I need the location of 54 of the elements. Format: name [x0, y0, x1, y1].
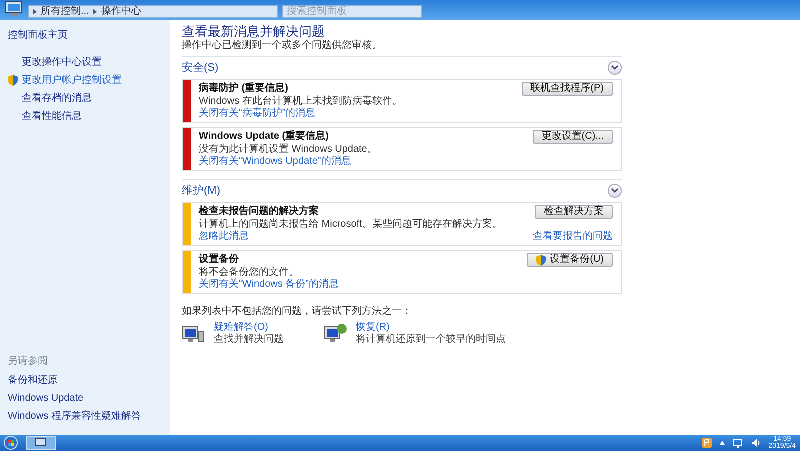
message-text: 将不会备份您的文件。 [199, 267, 300, 278]
taskbar-button[interactable] [26, 436, 56, 450]
see-also-link[interactable]: Windows 程序兼容性疑难解答 [8, 409, 162, 424]
hint-text: 如果列表中不包括您的问题，请尝试下列方法之一： [182, 306, 413, 318]
breadcrumb-separator-icon [93, 8, 98, 14]
breadcrumb[interactable]: 所有控制... [41, 6, 90, 16]
tool-description: 查找并解决问题 [214, 334, 284, 346]
page-subtitle: 操作中心已检测到一个或多个问题供您审核。 [182, 40, 383, 52]
tool-link[interactable]: 疑难解答(O) [214, 322, 284, 334]
shield-icon [536, 254, 546, 266]
tray-arrow-icon[interactable] [720, 441, 725, 445]
message-title: 病毒防护 (重要信息) [199, 83, 288, 95]
dismiss-link[interactable]: 关闭有关“Windows Update”的消息 [199, 156, 352, 168]
section-heading: 安全(S) [182, 62, 219, 74]
action-button[interactable]: 联机查找程序(P) [522, 82, 613, 96]
search-field[interactable]: 搜索控制面板 [282, 5, 422, 18]
chevron-icon [611, 188, 619, 194]
breadcrumb-separator-icon [33, 8, 37, 14]
see-also-link[interactable]: Windows Update [8, 391, 162, 406]
start-button[interactable] [4, 436, 18, 450]
address-bar[interactable]: 所有控制... 操作中心 [28, 5, 278, 18]
message-title: Windows Update (重要信息) [199, 131, 329, 143]
sidebar-link[interactable]: 控制面板主页 [8, 28, 162, 43]
breadcrumb[interactable]: 操作中心 [101, 6, 142, 16]
sidebar-link[interactable]: 查看存档的消息 [22, 91, 92, 106]
message-title: 检查未报告问题的解决方案 [199, 206, 319, 218]
flag-icon[interactable] [702, 438, 712, 448]
dismiss-link[interactable]: 关闭有关“Windows 备份”的消息 [199, 279, 340, 291]
chevron-icon [611, 65, 619, 71]
dismiss-link[interactable]: 关闭有关“病毒防护”的消息 [199, 108, 316, 120]
message-text: Windows 在此台计算机上未找到防病毒软件。 [199, 96, 404, 108]
section-heading: 维护(M) [182, 184, 220, 198]
see-also-heading: 另请参阅 [8, 354, 49, 369]
view-link[interactable]: 查看要报告的问题 [533, 231, 613, 243]
message-text: 计算机上的问题尚未报告给 Microsoft。某些问题可能存在解决方案。 [199, 219, 504, 230]
tool-link[interactable]: 恢复(R) [356, 322, 506, 334]
action-button[interactable]: 更改设置(C)... [532, 130, 613, 144]
tool-description: 将计算机还原到一个较早的时间点 [356, 334, 506, 346]
see-also-link[interactable]: 备份和还原 [8, 373, 162, 388]
control-panel-icon [35, 438, 47, 448]
message-title: 设置备份 [199, 254, 239, 266]
volume-icon[interactable] [750, 438, 761, 448]
page-title: 查看最新消息并解决问题 [182, 24, 326, 40]
collapse-button[interactable] [608, 184, 622, 198]
computer-restore-icon [324, 323, 348, 345]
action-button[interactable]: 检查解决方案 [535, 205, 613, 219]
sidebar-link[interactable]: 查看性能信息 [22, 109, 82, 124]
message-text: 没有为此计算机设置 Windows Update。 [199, 144, 378, 156]
sidebar-link[interactable]: 更改操作中心设置 [22, 55, 102, 70]
network-icon[interactable] [732, 438, 743, 448]
dismiss-link[interactable]: 忽略此消息 [199, 231, 249, 243]
action-button[interactable]: 设置备份(U) [527, 253, 613, 267]
sidebar-link[interactable]: 更改用户帐户控制设置 [22, 73, 122, 88]
collapse-button[interactable] [608, 61, 622, 75]
